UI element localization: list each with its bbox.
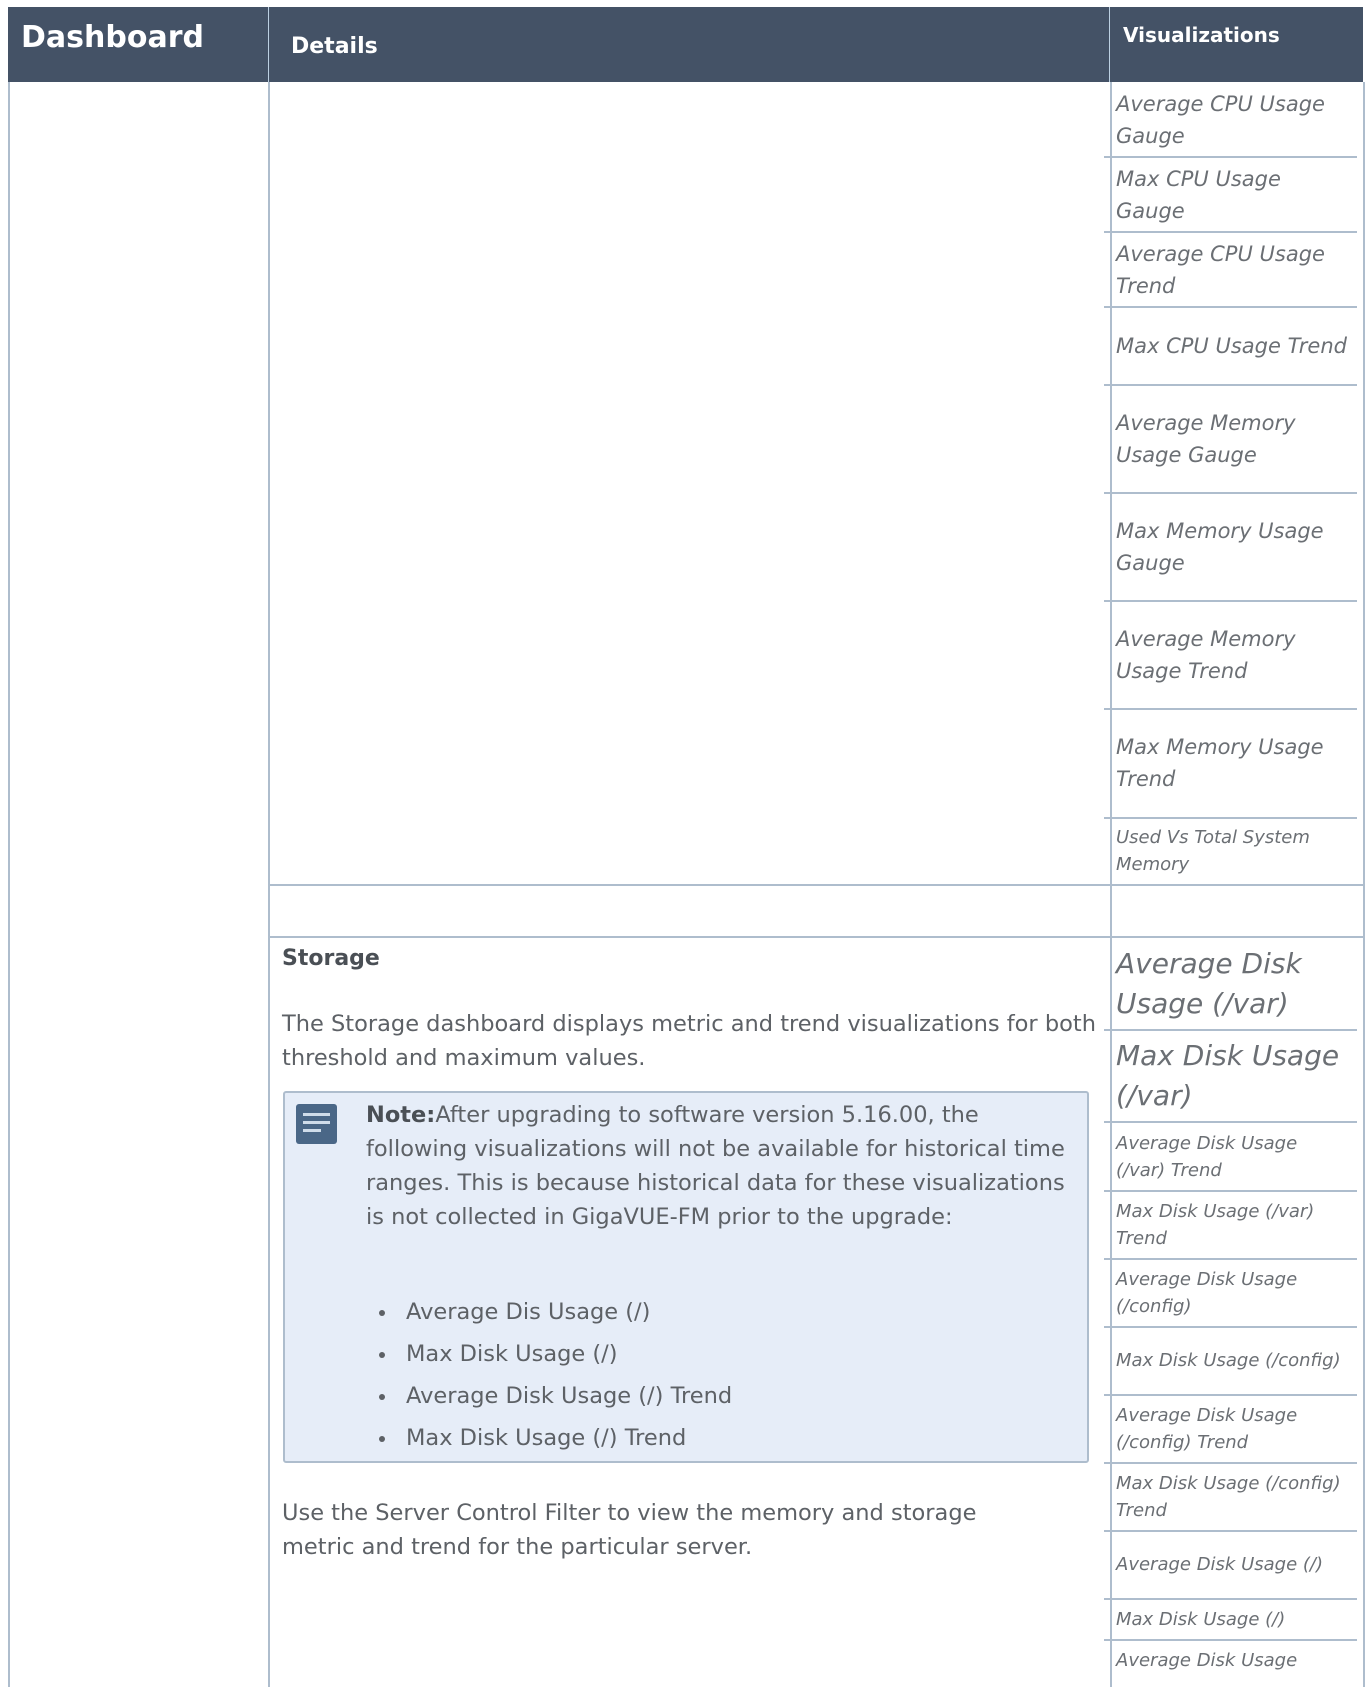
- note-label: Note:: [366, 1102, 436, 1128]
- header-visualizations: Visualizations: [1110, 7, 1363, 82]
- viz-cell: Max Memory Usage Gauge: [1116, 519, 1324, 575]
- header-dashboard: Dashboard: [8, 7, 268, 82]
- viz-cell: Max Disk Usage (/var) Trend: [1116, 1200, 1315, 1249]
- viz-cell: Average CPU Usage Trend: [1116, 242, 1325, 298]
- viz-cell: Average CPU Usage Gauge: [1116, 92, 1325, 148]
- list-item: Max Disk Usage (/): [367, 1333, 732, 1375]
- viz-cell: Max CPU Usage Gauge: [1116, 167, 1281, 223]
- row-divider: [269, 884, 1365, 886]
- header-divider: [1109, 7, 1110, 82]
- viz-cell: Used Vs Total System Memory: [1116, 827, 1310, 875]
- note-list: Average Dis Usage (/) Max Disk Usage (/)…: [367, 1291, 732, 1459]
- note-body: After upgrading to software version 5.16…: [366, 1102, 1065, 1230]
- viz-cell: Max CPU Usage Trend: [1116, 333, 1347, 358]
- list-item: Max Disk Usage (/) Trend: [367, 1417, 732, 1459]
- viz-divider: [1104, 1121, 1357, 1123]
- viz-cell: Max Disk Usage (/config) Trend: [1116, 1472, 1341, 1521]
- table-border-left: [8, 82, 10, 1687]
- header-details: Details: [269, 7, 1109, 82]
- storage-footer-text: Use the Server Control Filter to view th…: [282, 1500, 977, 1560]
- note-box: Note:After upgrading to software version…: [283, 1091, 1089, 1463]
- viz-cell: Average Disk Usage (/var): [1116, 947, 1302, 1020]
- row-divider: [269, 936, 1365, 938]
- storage-title: Storage: [282, 946, 380, 971]
- note-text: Note:After upgrading to software version…: [366, 1098, 1066, 1234]
- viz-cell: Average Disk Usage (/var) Trend: [1116, 1132, 1298, 1181]
- note-icon: [296, 1104, 337, 1144]
- viz-cell: Max Disk Usage (/var): [1116, 1039, 1340, 1112]
- viz-cell: Max Disk Usage (/): [1116, 1608, 1286, 1630]
- viz-divider: [1104, 231, 1357, 233]
- viz-cell: Average Memory Usage Trend: [1116, 627, 1296, 683]
- viz-cell: Average Disk Usage (/config): [1116, 1268, 1298, 1317]
- viz-divider: [1104, 156, 1357, 158]
- viz-cell: Max Disk Usage (/config): [1116, 1350, 1341, 1371]
- viz-cell: Average Disk Usage: [1116, 1649, 1298, 1671]
- viz-cell: Average Memory Usage Gauge: [1116, 411, 1296, 467]
- viz-cell: Average Disk Usage (/config) Trend: [1116, 1404, 1298, 1453]
- list-item: Average Disk Usage (/) Trend: [367, 1375, 732, 1417]
- viz-cell: Max Memory Usage Trend: [1116, 735, 1324, 791]
- viz-divider: [1104, 817, 1357, 819]
- viz-cell: Average Disk Usage (/): [1116, 1554, 1323, 1575]
- header-divider: [268, 7, 269, 82]
- viz-divider: [1104, 306, 1357, 308]
- list-item: Average Dis Usage (/): [367, 1291, 732, 1333]
- storage-description: The Storage dashboard displays metric an…: [282, 1011, 1096, 1071]
